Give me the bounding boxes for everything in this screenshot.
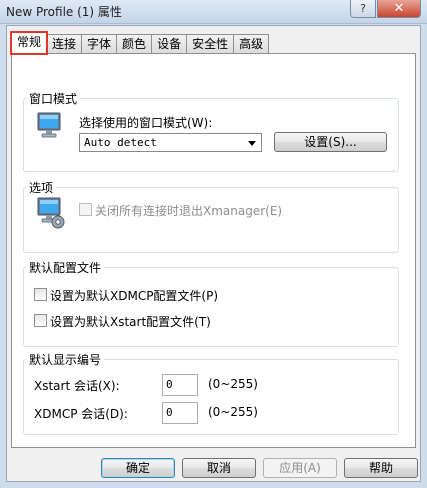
tab-color[interactable]: 颜色 (116, 34, 153, 53)
tab-device[interactable]: 设备 (151, 34, 188, 53)
default-profile-group-label: 默认配置文件 (26, 259, 105, 276)
xdmcp-range-hint: (0~255) (208, 405, 258, 419)
window-mode-group: 窗口模式 选择使用的窗口模式(W): Auto detect 设置(S)... (23, 90, 399, 172)
dialog-body: 常规 连接 字体 颜色 设备 安全性 高级 窗口模式 选择使用的窗口模式(W):… (6, 25, 421, 482)
default-xdmcp-checkbox[interactable] (34, 288, 47, 301)
tab-page-general: 窗口模式 选择使用的窗口模式(W): Auto detect 设置(S)... … (11, 53, 416, 448)
window-mode-group-label: 窗口模式 (26, 90, 81, 107)
exit-checkbox[interactable] (79, 203, 92, 216)
title-buttons: ? ✕ (350, 0, 421, 18)
options-group-label: 选项 (26, 179, 57, 196)
default-xstart-label: 设置为默认Xstart配置文件(T) (50, 315, 211, 329)
tab-strip: 常规 连接 字体 颜色 设备 安全性 高级 (9, 31, 270, 55)
exit-checkbox-label: 关闭所有连接时退出Xmanager(E) (95, 204, 283, 218)
help-button[interactable]: 帮助 (344, 458, 418, 478)
monitor-icon (37, 112, 61, 138)
xdmcp-session-label: XDMCP 会话(D): (34, 407, 128, 421)
ok-button[interactable]: 确定 (101, 458, 175, 478)
window-mode-select-label: 选择使用的窗口模式(W): (79, 116, 213, 130)
help-title-button[interactable]: ? (350, 0, 376, 18)
xdmcp-session-input[interactable]: 0 (162, 402, 198, 424)
monitor-gear-icon (37, 197, 65, 229)
close-button[interactable]: ✕ (377, 0, 421, 18)
xstart-range-hint: (0~255) (208, 377, 258, 391)
default-profile-group: 默认配置文件 设置为默认XDMCP配置文件(P) 设置为默认Xstart配置文件… (23, 259, 399, 347)
tab-font[interactable]: 字体 (81, 34, 118, 53)
tab-general[interactable]: 常规 (9, 31, 49, 55)
tab-connection[interactable]: 连接 (46, 34, 83, 53)
chevron-down-icon (248, 141, 256, 146)
window-mode-select[interactable]: Auto detect (79, 133, 262, 152)
default-display-group-label: 默认显示编号 (26, 351, 105, 368)
window-mode-select-value: Auto detect (84, 136, 157, 149)
default-xstart-checkbox[interactable] (34, 314, 47, 327)
apply-button[interactable]: 应用(A) (263, 458, 337, 478)
title-bar: New Profile (1) 属性 ? ✕ (0, 0, 427, 24)
tab-security[interactable]: 安全性 (186, 34, 235, 53)
tab-advanced[interactable]: 高级 (233, 34, 270, 53)
window-title: New Profile (1) 属性 (6, 5, 122, 19)
xstart-session-label: Xstart 会话(X): (34, 379, 120, 393)
options-group: 选项 关闭所有连接时退出Xmanager(E) (23, 179, 399, 253)
xstart-session-input[interactable]: 0 (162, 374, 198, 396)
cancel-button[interactable]: 取消 (182, 458, 256, 478)
default-display-group: 默认显示编号 Xstart 会话(X): 0 (0~255) XDMCP 会话(… (23, 351, 399, 435)
default-xdmcp-label: 设置为默认XDMCP配置文件(P) (50, 289, 219, 303)
window-settings-button[interactable]: 设置(S)... (274, 132, 387, 152)
